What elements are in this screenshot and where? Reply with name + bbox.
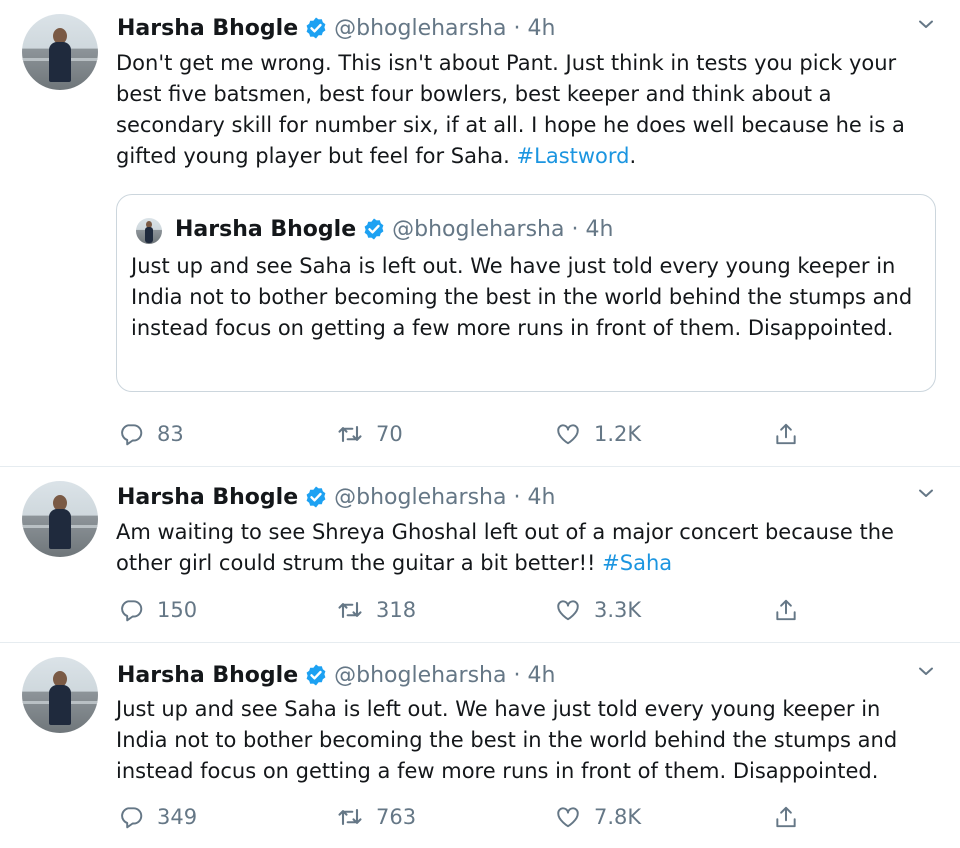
tweet-actions: 83 70 1.2K <box>0 418 960 450</box>
chevron-down-icon[interactable] <box>914 481 938 505</box>
share-icon <box>772 596 800 624</box>
verified-badge-icon <box>362 217 386 241</box>
verified-badge-icon <box>304 663 328 687</box>
like-icon <box>554 803 582 831</box>
tweet-feed: Harsha Bhogle @bhogleharsha · 4h Don't g… <box>0 0 960 848</box>
tweet[interactable]: Harsha Bhogle @bhogleharsha · 4h Just up… <box>0 643 960 848</box>
tweet[interactable]: Harsha Bhogle @bhogleharsha · 4h Am wait… <box>0 467 960 642</box>
avatar[interactable] <box>22 14 98 90</box>
chevron-down-icon[interactable] <box>914 659 938 683</box>
reply-button[interactable]: 150 <box>117 594 197 626</box>
author-handle[interactable]: @bhogleharsha <box>334 16 506 41</box>
reply-count: 83 <box>157 422 184 446</box>
quoted-text: Just up and see Saha is left out. We hav… <box>131 254 913 340</box>
quoted-header: Harsha Bhogle @bhogleharsha · 4h <box>175 213 613 245</box>
tweet-timestamp[interactable]: 4h <box>527 663 555 688</box>
avatar-figure-body <box>49 42 71 82</box>
quoted-timestamp: 4h <box>585 216 614 242</box>
reply-button[interactable]: 349 <box>117 801 197 833</box>
tweet-header: Harsha Bhogle @bhogleharsha · 4h <box>117 12 555 44</box>
tweet-header: Harsha Bhogle @bhogleharsha · 4h <box>117 659 555 691</box>
quoted-tweet[interactable]: Harsha Bhogle @bhogleharsha · 4h Just up… <box>116 194 936 392</box>
reply-icon <box>117 420 145 448</box>
like-count: 3.3K <box>594 598 642 622</box>
reply-count: 349 <box>157 805 198 829</box>
tweet-timestamp[interactable]: 4h <box>527 485 555 510</box>
retweet-icon <box>336 596 364 624</box>
retweet-icon <box>336 803 364 831</box>
separator-dot: · <box>513 484 521 510</box>
tweet-actions: 150 318 3.3K <box>0 594 960 626</box>
reply-icon <box>117 803 145 831</box>
reply-count: 150 <box>157 598 198 622</box>
separator-dot: · <box>571 216 579 242</box>
tweet-text: Just up and see Saha is left out. We hav… <box>116 697 898 783</box>
share-button[interactable] <box>772 418 800 450</box>
reply-button[interactable]: 83 <box>117 418 184 450</box>
like-count: 1.2K <box>594 422 642 446</box>
tweet-body: Am waiting to see Shreya Ghoshal left ou… <box>116 520 894 575</box>
verified-badge-icon <box>304 485 328 509</box>
tweet-header: Harsha Bhogle @bhogleharsha · 4h <box>117 481 555 513</box>
tweet-timestamp[interactable]: 4h <box>527 16 555 41</box>
avatar-figure-body <box>145 227 153 243</box>
avatar-figure-body <box>49 685 71 725</box>
like-count: 7.8K <box>594 805 642 829</box>
like-button[interactable]: 3.3K <box>554 594 641 626</box>
tweet-trailing: . <box>629 144 637 168</box>
avatar[interactable] <box>22 657 98 733</box>
author-name[interactable]: Harsha Bhogle <box>117 663 298 688</box>
retweet-count: 70 <box>376 422 403 446</box>
share-icon <box>772 420 800 448</box>
retweet-button[interactable]: 70 <box>336 418 403 450</box>
retweet-button[interactable]: 318 <box>336 594 416 626</box>
author-name[interactable]: Harsha Bhogle <box>117 485 298 510</box>
retweet-count: 763 <box>376 805 417 829</box>
author-handle[interactable]: @bhogleharsha <box>334 663 506 688</box>
chevron-down-icon[interactable] <box>914 12 938 36</box>
share-button[interactable] <box>772 594 800 626</box>
verified-badge-icon <box>304 16 328 40</box>
retweet-icon <box>336 420 364 448</box>
reply-icon <box>117 596 145 624</box>
tweet-text: Don't get me wrong. This isn't about Pan… <box>116 48 926 172</box>
author-name[interactable]: Harsha Bhogle <box>117 16 298 41</box>
like-button[interactable]: 1.2K <box>554 418 641 450</box>
hashtag-link[interactable]: #Lastword <box>517 144 630 168</box>
tweet-actions: 349 763 7.8K <box>0 801 960 833</box>
quoted-avatar <box>136 218 162 244</box>
hashtag-link[interactable]: #Saha <box>602 551 672 575</box>
like-icon <box>554 420 582 448</box>
avatar[interactable] <box>22 481 98 557</box>
share-button[interactable] <box>772 801 800 833</box>
quoted-author-handle: @bhogleharsha <box>392 216 565 242</box>
retweet-button[interactable]: 763 <box>336 801 416 833</box>
separator-dot: · <box>513 662 521 688</box>
tweet[interactable]: Harsha Bhogle @bhogleharsha · 4h Don't g… <box>0 0 960 466</box>
separator-dot: · <box>513 15 521 41</box>
like-icon <box>554 596 582 624</box>
quoted-author-name: Harsha Bhogle <box>175 216 357 242</box>
author-handle[interactable]: @bhogleharsha <box>334 485 506 510</box>
retweet-count: 318 <box>376 598 417 622</box>
tweet-body: Don't get me wrong. This isn't about Pan… <box>116 51 905 168</box>
tweet-text: Am waiting to see Shreya Ghoshal left ou… <box>116 517 926 579</box>
avatar-figure-body <box>49 509 71 549</box>
share-icon <box>772 803 800 831</box>
like-button[interactable]: 7.8K <box>554 801 641 833</box>
